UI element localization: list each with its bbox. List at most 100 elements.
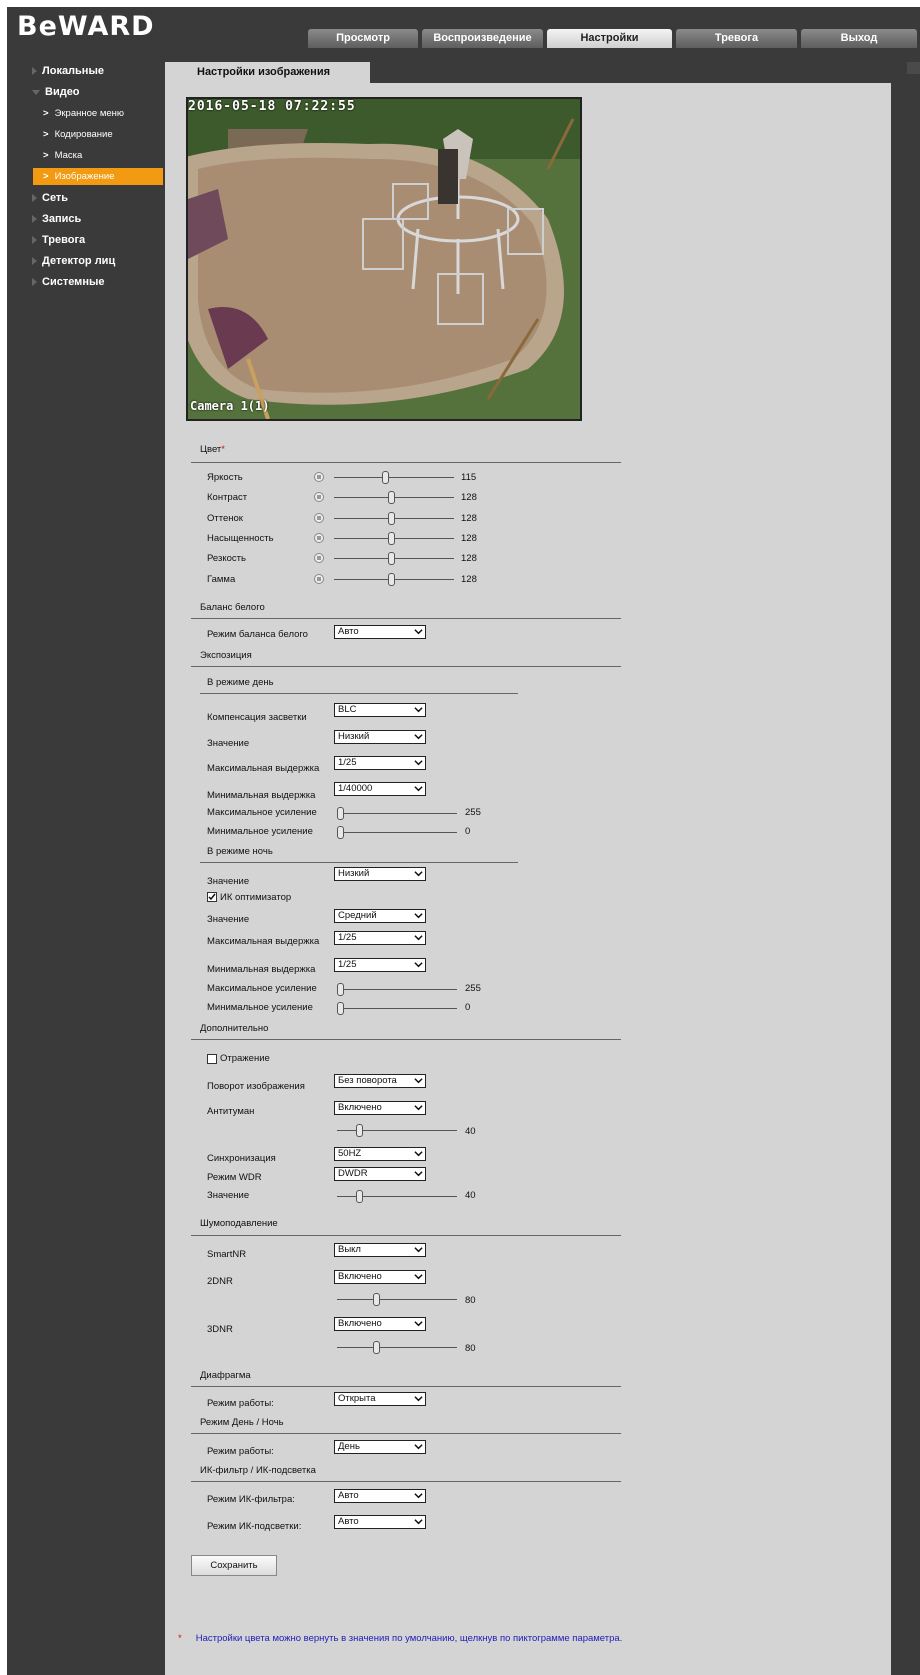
sidebar-item-label: Системные xyxy=(42,276,105,288)
ir-filter-select[interactable]: Авто xyxy=(334,1489,426,1503)
save-button[interactable]: Сохранить xyxy=(191,1555,277,1576)
night-min-gain-slider-thumb[interactable] xyxy=(337,1002,344,1015)
night-min-gain-slider[interactable] xyxy=(337,1008,457,1009)
chevron-right-icon: > xyxy=(43,150,49,161)
arrow-right-icon xyxy=(32,257,37,266)
hue-icon[interactable] xyxy=(313,512,325,524)
chevron-down-icon xyxy=(414,935,423,941)
max-gain-label: Максимальное усиление xyxy=(207,807,317,818)
color-row-value: 128 xyxy=(461,574,477,585)
tab-logout[interactable]: Выход xyxy=(801,29,917,48)
color-slider[interactable] xyxy=(334,477,454,478)
brightness-icon[interactable] xyxy=(313,471,325,483)
night-max-gain-slider-thumb[interactable] xyxy=(337,983,344,996)
chevron-right-icon: > xyxy=(43,171,49,182)
sharpness-icon[interactable] xyxy=(313,552,325,564)
rotate-select[interactable]: Без поворота xyxy=(334,1074,426,1088)
ir-optimizer-checkbox[interactable] xyxy=(207,892,217,902)
gamma-icon[interactable] xyxy=(313,573,325,585)
wdr-slider[interactable] xyxy=(337,1196,457,1197)
page-tab: Настройки изображения xyxy=(165,62,370,83)
iris-mode-select[interactable]: Открыта xyxy=(334,1392,426,1406)
dnr2-select[interactable]: Включено xyxy=(334,1270,426,1284)
sidebar-item-system[interactable]: Системные xyxy=(32,276,104,288)
sidebar-sub-label: Кодирование xyxy=(54,129,113,140)
sidebar-sub-image[interactable]: > Изображение xyxy=(33,168,163,185)
min-gain-label: Минимальное усиление xyxy=(207,826,313,837)
sidebar-item-network[interactable]: Сеть xyxy=(32,192,68,204)
sidebar-item-local[interactable]: Локальные xyxy=(32,65,104,77)
sidebar-item-video[interactable]: Видео xyxy=(32,86,80,98)
blc-label: Компенсация засветки xyxy=(207,712,307,723)
color-slider-thumb[interactable] xyxy=(382,471,389,484)
dnr3-slider[interactable] xyxy=(337,1347,457,1348)
video-camera-label: Camera 1(1) xyxy=(190,399,270,413)
night-max-shutter-select[interactable]: 1/25 xyxy=(334,931,426,945)
ir-opt-level-select[interactable]: Средний xyxy=(334,909,426,923)
select-value: Низкий xyxy=(338,731,370,742)
dnr3-select[interactable]: Включено xyxy=(334,1317,426,1331)
select-value: Низкий xyxy=(338,868,370,879)
defog-select[interactable]: Включено xyxy=(334,1101,426,1115)
night-max-gain-slider[interactable] xyxy=(337,989,457,990)
wdr-select[interactable]: DWDR xyxy=(334,1167,426,1181)
ir-light-select[interactable]: Авто xyxy=(334,1515,426,1529)
blc-select[interactable]: BLC xyxy=(334,703,426,717)
sidebar-item-alarm[interactable]: Тревога xyxy=(32,234,85,246)
tab-preview[interactable]: Просмотр xyxy=(308,29,418,48)
sidebar-item-record[interactable]: Запись xyxy=(32,213,81,225)
saturation-icon[interactable] xyxy=(313,532,325,544)
sidebar-item-face-detector[interactable]: Детектор лиц xyxy=(32,255,115,267)
select-value: Открыта xyxy=(338,1393,376,1404)
divider xyxy=(191,618,621,619)
wdr-value: 40 xyxy=(465,1190,476,1201)
color-slider-thumb[interactable] xyxy=(388,552,395,565)
color-slider-thumb[interactable] xyxy=(388,491,395,504)
night-min-shutter-select[interactable]: 1/25 xyxy=(334,958,426,972)
dnr3-slider-thumb[interactable] xyxy=(373,1341,380,1354)
min-shutter-select[interactable]: 1/40000 xyxy=(334,782,426,796)
section-iris-title: Диафрагма xyxy=(200,1370,251,1381)
wb-mode-select[interactable]: Авто xyxy=(334,625,426,639)
color-slider-thumb[interactable] xyxy=(388,512,395,525)
select-value: Авто xyxy=(338,1490,359,1501)
defog-slider[interactable] xyxy=(337,1130,457,1131)
dnr2-slider-thumb[interactable] xyxy=(373,1293,380,1306)
sidebar-item-label: Тревога xyxy=(42,234,86,246)
chevron-down-icon xyxy=(414,1321,423,1327)
chevron-down-icon xyxy=(414,760,423,766)
tab-playback[interactable]: Воспроизведение xyxy=(422,29,543,48)
sidebar-sub-label: Маска xyxy=(54,150,83,161)
max-shutter-select[interactable]: 1/25 xyxy=(334,756,426,770)
color-row-label: Резкость xyxy=(207,553,246,564)
tab-alarm[interactable]: Тревога xyxy=(676,29,797,48)
max-gain-slider[interactable] xyxy=(337,813,457,814)
color-slider-thumb[interactable] xyxy=(388,573,395,586)
color-slider-thumb[interactable] xyxy=(388,532,395,545)
select-value: Авто xyxy=(338,626,359,637)
select-value: Включено xyxy=(338,1271,382,1282)
day-level-select[interactable]: Низкий xyxy=(334,730,426,744)
daynight-mode-select[interactable]: День xyxy=(334,1440,426,1454)
dnr2-slider[interactable] xyxy=(337,1299,457,1300)
chevron-down-icon xyxy=(414,1078,423,1084)
max-gain-slider-thumb[interactable] xyxy=(337,807,344,820)
sidebar-sub-mask[interactable]: > Маска xyxy=(43,150,82,161)
defog-slider-thumb[interactable] xyxy=(356,1124,363,1137)
divider xyxy=(200,693,518,694)
tab-settings[interactable]: Настройки xyxy=(547,29,672,48)
mirror-checkbox[interactable] xyxy=(207,1054,217,1064)
wdr-slider-thumb[interactable] xyxy=(356,1190,363,1203)
min-gain-slider-thumb[interactable] xyxy=(337,826,344,839)
sidebar-sub-encoding[interactable]: > Кодирование xyxy=(43,129,113,140)
night-level-select[interactable]: Низкий xyxy=(334,867,426,881)
contrast-icon[interactable] xyxy=(313,491,325,503)
sidebar-sub-osd[interactable]: > Экранное меню xyxy=(43,108,124,119)
chevron-down-icon xyxy=(414,1493,423,1499)
smartnr-select[interactable]: Выкл xyxy=(334,1243,426,1257)
ir-opt-level-label: Значение xyxy=(207,914,250,925)
select-value: DWDR xyxy=(338,1168,368,1179)
chevron-down-icon xyxy=(414,1151,423,1157)
min-gain-slider[interactable] xyxy=(337,832,457,833)
sync-select[interactable]: 50HZ xyxy=(334,1147,426,1161)
